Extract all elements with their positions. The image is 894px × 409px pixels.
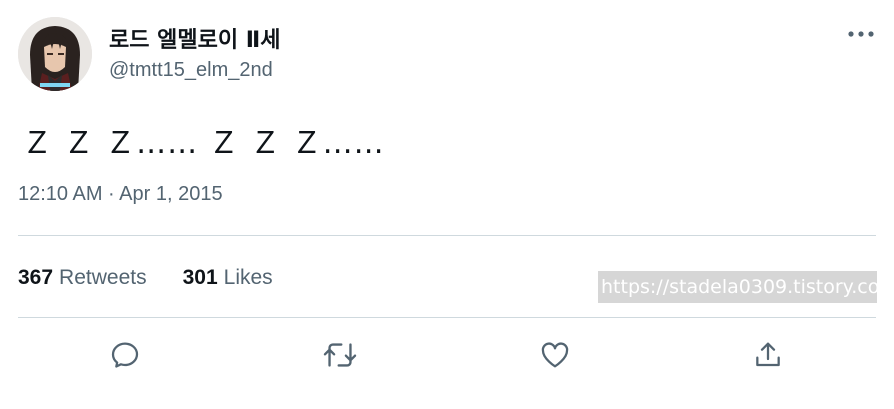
share-icon — [756, 342, 780, 367]
divider — [18, 235, 876, 236]
watermark: https://stadela0309.tistory.com — [598, 271, 877, 303]
divider — [18, 317, 876, 318]
reply-icon — [111, 342, 139, 368]
share-button[interactable] — [750, 337, 786, 373]
retweets-stat[interactable]: 367 Retweets — [18, 266, 147, 290]
likes-stat[interactable]: 301 Likes — [183, 266, 273, 290]
tweet-card: 로드 엘멜로이 Ⅱ세 @tmtt15_elm_2nd Ｚ Ｚ Ｚ…… Ｚ Ｚ Ｚ… — [0, 0, 894, 409]
retweet-button[interactable] — [322, 337, 358, 373]
engagement-stats: 367 Retweets 301 Likes — [18, 266, 273, 290]
avatar-portrait-icon — [18, 17, 92, 91]
likes-label: Likes — [223, 266, 273, 289]
display-name[interactable]: 로드 엘멜로이 Ⅱ세 — [109, 22, 281, 54]
reply-button[interactable] — [107, 337, 143, 373]
like-icon — [541, 342, 569, 368]
action-bar — [0, 337, 894, 373]
more-options-button[interactable] — [843, 22, 879, 46]
like-button[interactable] — [537, 337, 573, 373]
user-handle[interactable]: @tmtt15_elm_2nd — [109, 59, 273, 82]
likes-count: 301 — [182, 266, 218, 289]
retweet-icon — [323, 343, 357, 367]
avatar[interactable] — [18, 17, 92, 91]
tweet-timestamp[interactable]: 12:10 AM · Apr 1, 2015 — [18, 183, 223, 206]
tweet-text: Ｚ Ｚ Ｚ…… Ｚ Ｚ Ｚ…… — [22, 126, 385, 161]
retweets-count: 367 — [18, 266, 54, 289]
more-icon — [848, 31, 874, 37]
retweets-label: Retweets — [59, 266, 147, 289]
